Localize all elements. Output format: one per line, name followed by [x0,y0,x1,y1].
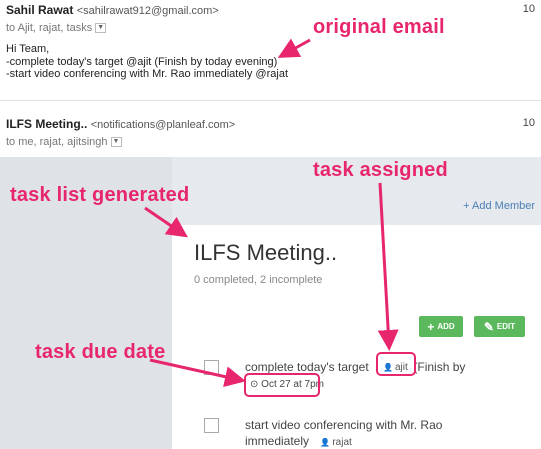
divider [0,100,541,101]
pencil-icon: ✎ [483,319,494,334]
email-body-line: Hi Team, [6,43,50,55]
email-time: 10 [522,117,535,129]
assignee-name: rajat [332,437,352,448]
plus-icon: + [427,319,435,334]
email-body-line: -complete today's target @ajit (Finish b… [6,56,278,68]
assignee-tag[interactable]: 👤 rajat [320,437,351,448]
task-text-line2[interactable]: immediately 👤 rajat [245,434,352,448]
email-recipients: to Ajit, rajat, tasks ▼ [6,22,107,34]
task-text-line2-text: immediately [245,434,310,448]
recipients-text: to Ajit, rajat, tasks [6,22,93,34]
sender-name: ILFS Meeting.. [6,117,88,131]
tasklist-title: ILFS Meeting.. [194,240,338,265]
sender-name: Sahil Rawat [6,3,74,17]
annotation-task-assigned: task assigned [313,159,448,181]
edit-button[interactable]: ✎ EDIT [474,316,525,337]
add-button-label: ADD [437,322,455,331]
sender-address: <notifications@planleaf.com> [90,119,236,131]
edit-button-label: EDIT [496,322,516,331]
email-recipients: to me, rajat, ajitsingh ▼ [6,136,122,148]
add-member-link[interactable]: + Add Member [463,200,535,212]
assignee-highlight [376,352,416,376]
email-body-line: -start video conferencing with Mr. Rao i… [6,68,288,80]
annotation-task-due-date: task due date [35,341,166,363]
task-checkbox[interactable] [204,360,219,375]
tasklist-summary: 0 completed, 2 incomplete [194,274,323,286]
annotation-task-list-generated: task list generated [10,184,190,206]
task-text[interactable]: complete today's target (Finish by [245,360,465,374]
add-button[interactable]: + ADD [419,316,463,337]
email-time: 10 [522,3,535,15]
task-text-start: complete today's target [245,360,369,374]
recipients-text: to me, rajat, ajitsingh [6,136,108,148]
due-date-highlight [244,373,320,397]
sender-address: <sahilrawat912@gmail.com> [76,5,219,17]
chevron-down-icon[interactable]: ▼ [110,137,122,148]
task-checkbox[interactable] [204,418,219,433]
chevron-down-icon[interactable]: ▼ [95,23,107,34]
email-sender[interactable]: ILFS Meeting.. <notifications@planleaf.c… [6,117,235,131]
person-icon: 👤 [320,438,331,447]
email-sender[interactable]: Sahil Rawat <sahilrawat912@gmail.com> [6,3,219,17]
annotation-original-email: original email [313,16,445,38]
task-text-line1[interactable]: start video conferencing with Mr. Rao [245,418,442,432]
task-text-end: (Finish by [413,360,466,374]
arrow-original-email [277,38,311,58]
